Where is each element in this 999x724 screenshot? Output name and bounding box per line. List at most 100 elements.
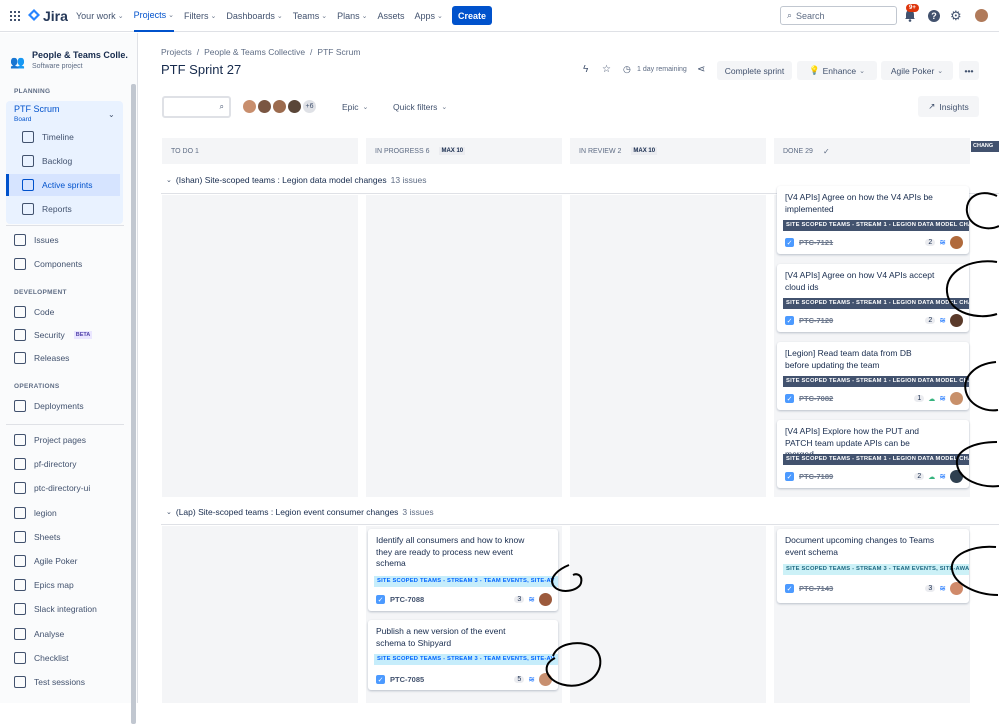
issue-key[interactable]: PTC-7121 — [799, 238, 833, 247]
more-avatars-button[interactable]: +6 — [301, 98, 318, 115]
releases-icon — [14, 352, 26, 364]
search-input[interactable]: ⌕ Search — [780, 6, 897, 25]
sidebar-item-label: Agile Poker — [34, 556, 78, 566]
code-icon — [14, 306, 26, 318]
sidebar-item-epics-map[interactable]: Epics map — [14, 578, 74, 592]
assignee-avatars: +6 — [241, 98, 318, 115]
issue-card[interactable]: [Legion] Read team data from DB before u… — [777, 342, 969, 410]
sidebar-item-pf-directory[interactable]: pf-directory — [14, 457, 77, 471]
sidebar-item-agile-poker[interactable]: Agile Poker — [14, 554, 77, 568]
issue-card[interactable]: [V4 APIs] Agree on how the V4 APIs be im… — [777, 186, 969, 254]
app-switcher-icon[interactable] — [10, 11, 20, 21]
issue-key[interactable]: PTC-7085 — [390, 675, 424, 684]
sidebar-item-label: legion — [34, 507, 57, 518]
sidebar-item-project-pages[interactable]: Project pages — [14, 433, 86, 447]
assignee-avatar[interactable] — [539, 673, 552, 686]
epic-filter[interactable]: Epic ⌄ — [342, 102, 368, 112]
nav-assets[interactable]: Assets — [378, 0, 405, 32]
nav-your-work[interactable]: Your work ⌄ — [76, 0, 124, 32]
issue-key[interactable]: PTC-7082 — [799, 394, 833, 403]
nav-teams[interactable]: Teams ⌄ — [293, 0, 327, 32]
share-icon[interactable]: ⋖ — [697, 64, 705, 75]
epic-tag[interactable]: SITE SCOPED TEAMS - STREAM 3 - TEAM EVEN… — [374, 576, 558, 587]
sidebar-item-slack-integration[interactable]: Slack integration — [14, 602, 97, 616]
chevron-down-icon[interactable]: ⌄ — [108, 110, 115, 119]
sidebar-item-deployments[interactable]: Deployments — [14, 399, 84, 413]
lightning-icon[interactable]: ϟ — [583, 64, 588, 75]
more-actions-icon[interactable]: ••• — [959, 61, 979, 80]
sidebar-item-checklist[interactable]: Checklist — [14, 651, 68, 665]
assignee-avatar[interactable] — [539, 593, 552, 606]
issue-key[interactable]: PTC-7120 — [799, 316, 833, 325]
swimlane-header-2[interactable]: ⌄ (Lap) Site-scoped teams : Legion event… — [166, 507, 434, 517]
chevron-down-icon[interactable]: ⌄ — [166, 176, 172, 184]
issue-card[interactable]: Publish a new version of the event schem… — [368, 620, 558, 690]
epic-tag[interactable]: SITE SCOPED TEAMS - STREAM 1 - LEGION DA… — [783, 298, 969, 309]
sidebar-item-reports[interactable]: Reports — [22, 202, 72, 216]
chevron-down-icon[interactable]: ⌄ — [166, 508, 172, 516]
sidebar-item-releases[interactable]: Releases — [14, 351, 69, 365]
sidebar-item-sheets[interactable]: Sheets — [14, 530, 60, 544]
epic-tag[interactable]: SITE SCOPED TEAMS - STREAM 3 - TEAM EVEN… — [783, 564, 969, 575]
assignee-avatar[interactable] — [950, 582, 963, 595]
breadcrumb-projects[interactable]: Projects — [161, 47, 192, 57]
sidebar-scrollbar[interactable] — [131, 84, 136, 724]
chevron-down-icon: ⌄ — [276, 13, 283, 20]
create-button[interactable]: Create — [452, 6, 492, 25]
breadcrumb-board[interactable]: PTF Scrum — [317, 47, 360, 57]
story-points: 3 — [514, 596, 525, 603]
issue-card[interactable]: Document upcoming changes to Teams event… — [777, 529, 969, 603]
sidebar-item-code[interactable]: Code — [14, 305, 54, 319]
chevron-down-icon: ⌄ — [117, 13, 124, 20]
issue-key[interactable]: PTC-7143 — [799, 584, 833, 593]
nav-projects[interactable]: Projects ⌄ — [133, 0, 174, 32]
epic-tag[interactable]: SITE SCOPED TEAMS - STREAM 1 - LEGION DA… — [783, 220, 969, 231]
issue-card[interactable]: [V4 APIs] Agree on how V4 APIs accept cl… — [777, 264, 969, 332]
top-navigation: Jira Your work ⌄ Projects ⌄ Filters ⌄ Dashboar… — [0, 0, 999, 32]
nav-dashboards[interactable]: Dashboards ⌄ — [226, 0, 282, 32]
sidebar-item-components[interactable]: Components — [14, 257, 82, 271]
star-icon[interactable]: ☆ — [602, 64, 611, 75]
assignee-avatar[interactable] — [950, 392, 963, 405]
settings-gear-icon[interactable]: ⚙ — [950, 9, 962, 22]
sidebar-item-backlog[interactable]: Backlog — [22, 154, 72, 168]
sidebar-item-test-sessions[interactable]: Test sessions — [14, 675, 85, 689]
sidebar-item-security[interactable]: Security BETA — [14, 328, 93, 342]
sidebar-item-analyse[interactable]: Analyse — [14, 627, 64, 641]
timeline-icon — [22, 131, 34, 143]
column-inreview-lane-1 — [570, 195, 766, 497]
nav-plans[interactable]: Plans ⌄ — [337, 0, 367, 32]
issue-card[interactable]: Identify all consumers and how to know t… — [368, 529, 558, 611]
sidebar-item-issues[interactable]: Issues — [14, 233, 59, 247]
epic-tag[interactable]: SITE SCOPED TEAMS - STREAM 1 - LEGION DA… — [783, 454, 969, 465]
issue-key[interactable]: PTC-7088 — [390, 595, 424, 604]
issue-key[interactable]: PTC-7189 — [799, 472, 833, 481]
assignee-avatar[interactable] — [950, 314, 963, 327]
nav-filters[interactable]: Filters ⌄ — [184, 0, 216, 32]
sidebar-item-label: ptc-directory-ui — [34, 483, 91, 494]
assignee-avatar[interactable] — [950, 470, 963, 483]
help-icon[interactable]: ? — [928, 10, 940, 22]
swimlane-header-1[interactable]: ⌄ (Ishan) Site-scoped teams : Legion dat… — [166, 175, 427, 185]
agile-poker-button[interactable]: Agile Poker ⌄ — [881, 61, 953, 80]
assignee-avatar[interactable] — [950, 236, 963, 249]
sidebar-item-legion[interactable]: legion — [14, 506, 57, 520]
issue-card[interactable]: [V4 APIs] Explore how the PUT and PATCH … — [777, 420, 969, 488]
sidebar-item-active-sprints[interactable]: Active sprints — [22, 178, 93, 192]
epic-tag[interactable]: SITE SCOPED TEAMS - STREAM 1 - LEGION DA… — [783, 376, 969, 387]
board-search-input[interactable]: ⌕ — [162, 96, 231, 118]
quick-filters[interactable]: Quick filters ⌄ — [393, 102, 447, 112]
sidebar-item-ptc-directory-ui[interactable]: ptc-directory-ui — [14, 481, 90, 495]
breadcrumb-project[interactable]: People & Teams Collective — [204, 47, 305, 57]
project-header[interactable]: 👥 People & Teams Colle... Software proje… — [10, 50, 128, 70]
sidebar-item-timeline[interactable]: Timeline — [22, 130, 74, 144]
enhance-button[interactable]: 💡 Enhance ⌄ — [797, 61, 877, 80]
jira-logo[interactable]: Jira — [28, 8, 68, 24]
insights-button[interactable]: ↗ Insights — [918, 96, 979, 117]
sidebar-item-label: Backlog — [42, 156, 73, 166]
user-avatar[interactable] — [975, 9, 988, 22]
nav-apps[interactable]: Apps ⌄ — [415, 0, 443, 32]
epic-tag[interactable]: SITE SCOPED TEAMS - STREAM 3 - TEAM EVEN… — [374, 654, 558, 665]
complete-sprint-button[interactable]: Complete sprint — [717, 61, 792, 80]
task-checkbox-icon: ✓ — [785, 238, 794, 247]
